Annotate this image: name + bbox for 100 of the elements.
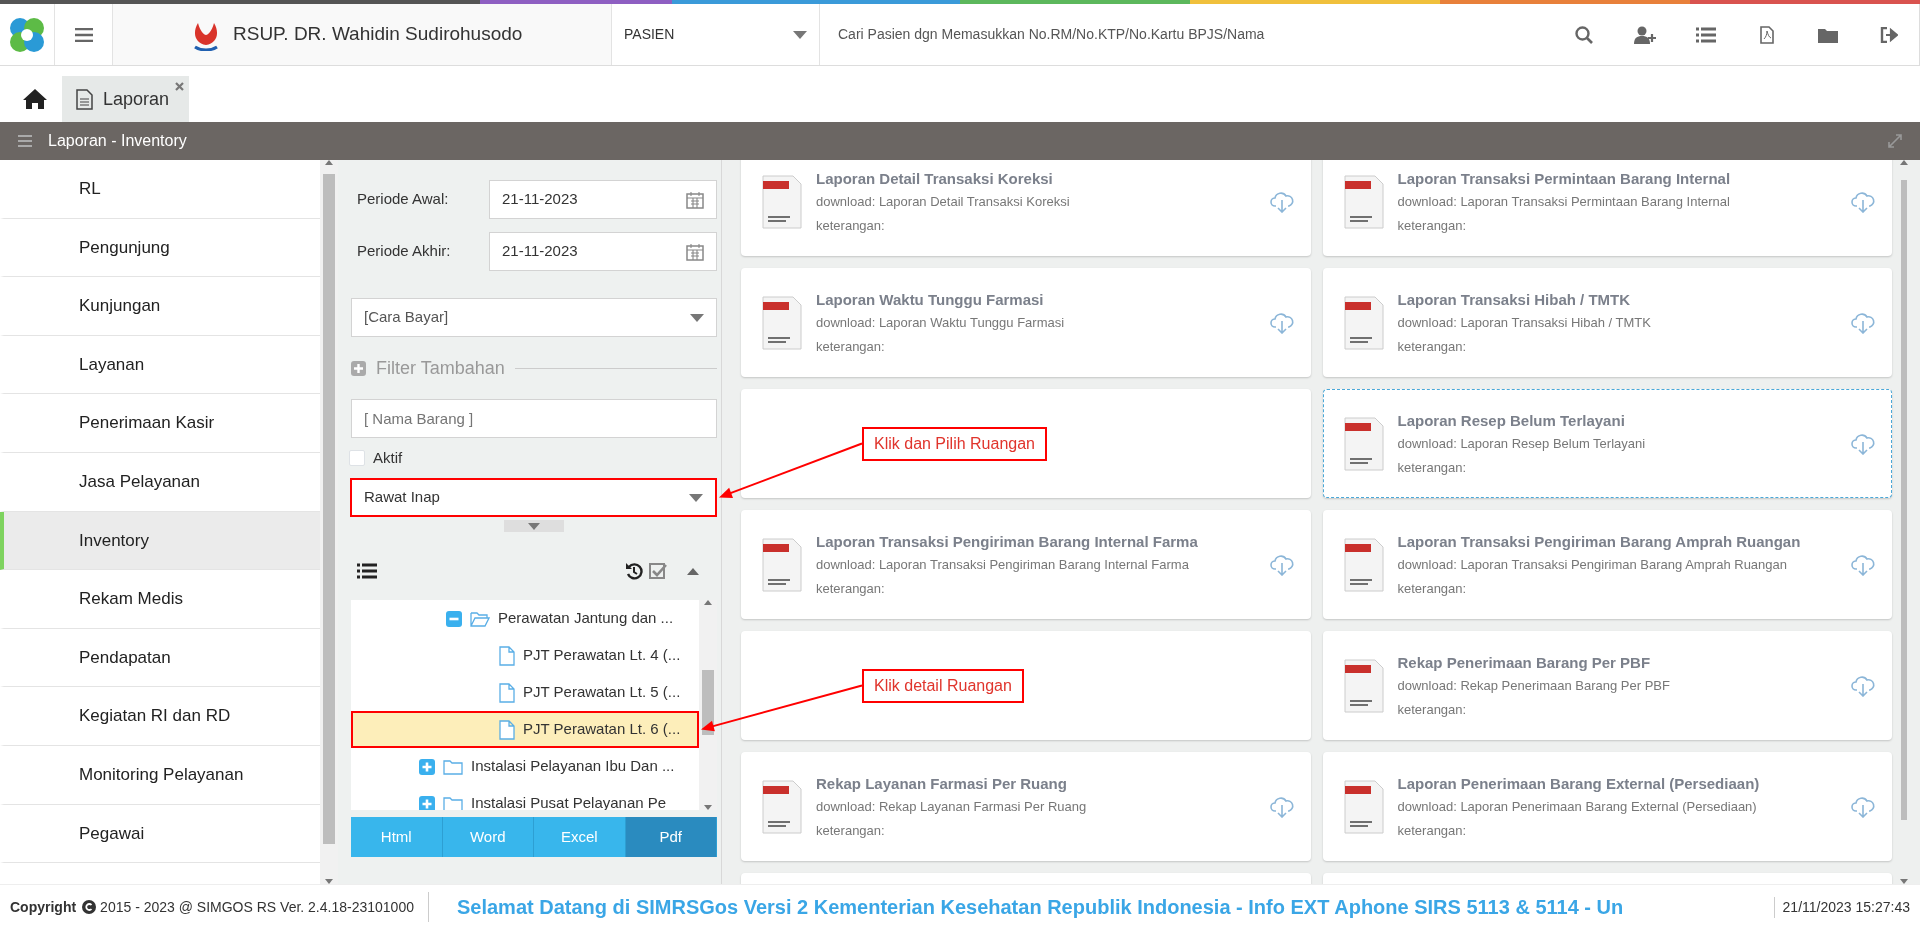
scrollbar-thumb[interactable]: [702, 670, 714, 735]
caret-down-icon: [528, 522, 540, 530]
note-text: keterangan:: [1397, 821, 1468, 840]
caret-down-icon: [690, 313, 704, 322]
report-title: Laporan Transaksi Permintaan Barang Internal: [1397, 168, 1732, 189]
scrollbar-thumb[interactable]: [323, 174, 335, 844]
download-button[interactable]: [1851, 190, 1875, 213]
tree-item[interactable]: PJT Perawatan Lt. 5 (...: [351, 674, 699, 711]
list-icon: [357, 563, 377, 579]
history-icon[interactable]: [625, 562, 643, 580]
cloud-download-icon: [1851, 553, 1875, 576]
download-text: download: Laporan Resep Belum Terlayani: [1397, 435, 1647, 454]
download-text: download: Laporan Waktu Tunggu Farmasi: [816, 314, 1066, 333]
open-folder-icon: [470, 610, 490, 627]
patient-type-dropdown[interactable]: PASIEN: [612, 4, 820, 65]
export-button[interactable]: Pdf: [625, 817, 717, 857]
document-icon: [76, 88, 93, 110]
download-button[interactable]: [1851, 553, 1875, 576]
payment-dropdown[interactable]: [Cara Bayar]: [351, 298, 717, 337]
close-icon[interactable]: [175, 82, 185, 91]
tab[interactable]: Laporan: [62, 76, 190, 122]
download-button[interactable]: [1269, 553, 1294, 576]
report-file-icon: [1343, 174, 1384, 229]
patient-search-field[interactable]: Cari Pasien dgn Memasukkan No.RM/No.KTP/No.Kartu BPJS/Nama: [836, 23, 1537, 46]
report-title: Laporan Waktu Tunggu Farmasi: [816, 289, 1045, 310]
report-card[interactable]: Laporan Transaksi Permintaan Barang Internal download: Laporan Transaksi Permintaan Barang Internal keterangan:: [1322, 160, 1892, 256]
checkbox-checked-icon[interactable]: [649, 562, 667, 580]
report-title: Laporan Detail Transaksi Koreksi: [816, 168, 1054, 189]
report-card[interactable]: Laporan Waktu Tunggu Farmasi download: Laporan Waktu Tunggu Farmasi keterangan:: [741, 268, 1311, 377]
note-text: keterangan:: [816, 579, 886, 598]
folder-icon: [443, 758, 463, 775]
download-button[interactable]: [1851, 674, 1875, 697]
copyright-icon: [82, 900, 97, 914]
report-card[interactable]: Laporan Transaksi Hibah / TMTK download: Laporan Transaksi Hibah / TMTK keterangan:: [1322, 268, 1892, 377]
report-card[interactable]: Laporan Penerimaan Barang External (Persediaan) download: Laporan Penerimaan Barang External (Persediaan) keterangan:: [1322, 752, 1892, 861]
report-card[interactable]: Laporan Transaksi Pengiriman Barang Internal Farma download: Laporan Transaksi Pengiriman Barang Internal Farma keterangan:: [741, 510, 1311, 619]
caret-down-icon: [689, 493, 703, 502]
cloud-download-icon: [1269, 795, 1294, 818]
scrollbar-track[interactable]: [320, 160, 338, 884]
download-text: download: Laporan Transaksi Hibah / TMTK: [1397, 314, 1652, 333]
download-text: download: Laporan Penerimaan Barang External (Persediaan): [1397, 798, 1758, 817]
tree-item[interactable]: PJT Perawatan Lt. 6 (...: [351, 711, 699, 748]
collapse-up-icon[interactable]: [687, 567, 699, 575]
scroll-down-icon: [704, 805, 712, 810]
collapse-icon[interactable]: [446, 610, 462, 627]
note-text: keterangan:: [816, 337, 886, 356]
end-date-field[interactable]: 21-11-2023: [489, 232, 717, 271]
expand-icon: [1888, 134, 1902, 148]
room-dropdown[interactable]: Rawat Inap: [350, 478, 717, 517]
date-time: 21/11/2023 15:27:43: [1773, 896, 1910, 918]
user-plus-icon: [1633, 25, 1656, 44]
expand-icon[interactable]: [419, 758, 435, 775]
download-button[interactable]: [1851, 795, 1875, 818]
item-name-field[interactable]: [ Nama Barang ]: [351, 399, 717, 438]
cloud-download-icon: [1269, 553, 1294, 576]
cloud-download-icon: [1851, 311, 1875, 334]
copyright-text: 2015 - 2023 @ SIMGOS RS Ver. 2.4.18-23101000: [100, 897, 414, 917]
checkbox[interactable]: [349, 450, 365, 466]
tree-item[interactable]: Instalasi Pelayanan Ibu Dan ...: [351, 748, 699, 785]
note-text: keterangan:: [816, 216, 886, 235]
report-title: Laporan Resep Belum Terlayani: [1397, 410, 1626, 431]
download-button[interactable]: [1269, 190, 1294, 213]
folder-icon: [443, 795, 463, 810]
list-icon: [1695, 26, 1716, 43]
collapse-toggle[interactable]: [504, 520, 564, 532]
sidebar-item[interactable]: Inventory: [0, 511, 320, 571]
copyright-label: Copyright: [10, 897, 77, 917]
scrollbar-thumb[interactable]: [1901, 180, 1907, 820]
report-file-icon: [762, 779, 802, 834]
note-text: keterangan:: [816, 821, 886, 840]
checkbox-label: Aktif: [373, 447, 403, 468]
report-file-icon: [762, 174, 802, 229]
cloud-download-icon: [1851, 795, 1875, 818]
report-card[interactable]: Laporan Detail Transaksi Koreksi download: Laporan Detail Transaksi Koreksi keterangan:: [741, 160, 1311, 256]
tree-item[interactable]: Perawatan Jantung dan ...: [351, 600, 699, 637]
report-card[interactable]: Laporan Resep Belum Terlayani download: Laporan Resep Belum Terlayani keterangan:: [1322, 389, 1892, 498]
file-icon: [499, 719, 515, 740]
report-file-icon: [762, 537, 802, 592]
report-file-icon: [1343, 416, 1384, 471]
download-button[interactable]: [1851, 311, 1875, 334]
report-card[interactable]: Rekap Layanan Farmasi Per Ruang download: Rekap Layanan Farmasi Per Ruang keterangan:: [741, 752, 1311, 861]
tree-item[interactable]: PJT Perawatan Lt. 4 (...: [351, 637, 699, 674]
report-file-icon: [762, 295, 802, 350]
report-title: Laporan Transaksi Pengiriman Barang Amprah Ruangan: [1397, 531, 1802, 552]
calendar-icon: [686, 242, 704, 261]
start-date-field[interactable]: 21-11-2023: [489, 180, 717, 219]
report-title: Laporan Penerimaan Barang External (Persediaan): [1397, 773, 1761, 794]
report-file-icon: [1343, 537, 1384, 592]
download-button[interactable]: [1851, 432, 1875, 455]
scrollbar-track[interactable]: [1898, 160, 1910, 884]
note-text: keterangan:: [1397, 337, 1468, 356]
download-button[interactable]: [1269, 795, 1294, 818]
report-card[interactable]: Rekap Penerimaan Barang Per PBF download: Rekap Penerimaan Barang Per PBF keterangan:: [1322, 631, 1892, 740]
download-text: download: Rekap Layanan Farmasi Per Ruang: [816, 798, 1088, 817]
report-card[interactable]: Laporan Transaksi Pengiriman Barang Amprah Ruangan download: Laporan Transaksi Pengiriman Barang Amprah Ruangan keterangan:: [1322, 510, 1892, 619]
scroll-up-icon: [704, 600, 712, 605]
cloud-download-icon: [1269, 311, 1294, 334]
download-button[interactable]: [1269, 311, 1294, 334]
expand-icon[interactable]: [419, 795, 435, 810]
cloud-download-icon: [1269, 190, 1294, 213]
